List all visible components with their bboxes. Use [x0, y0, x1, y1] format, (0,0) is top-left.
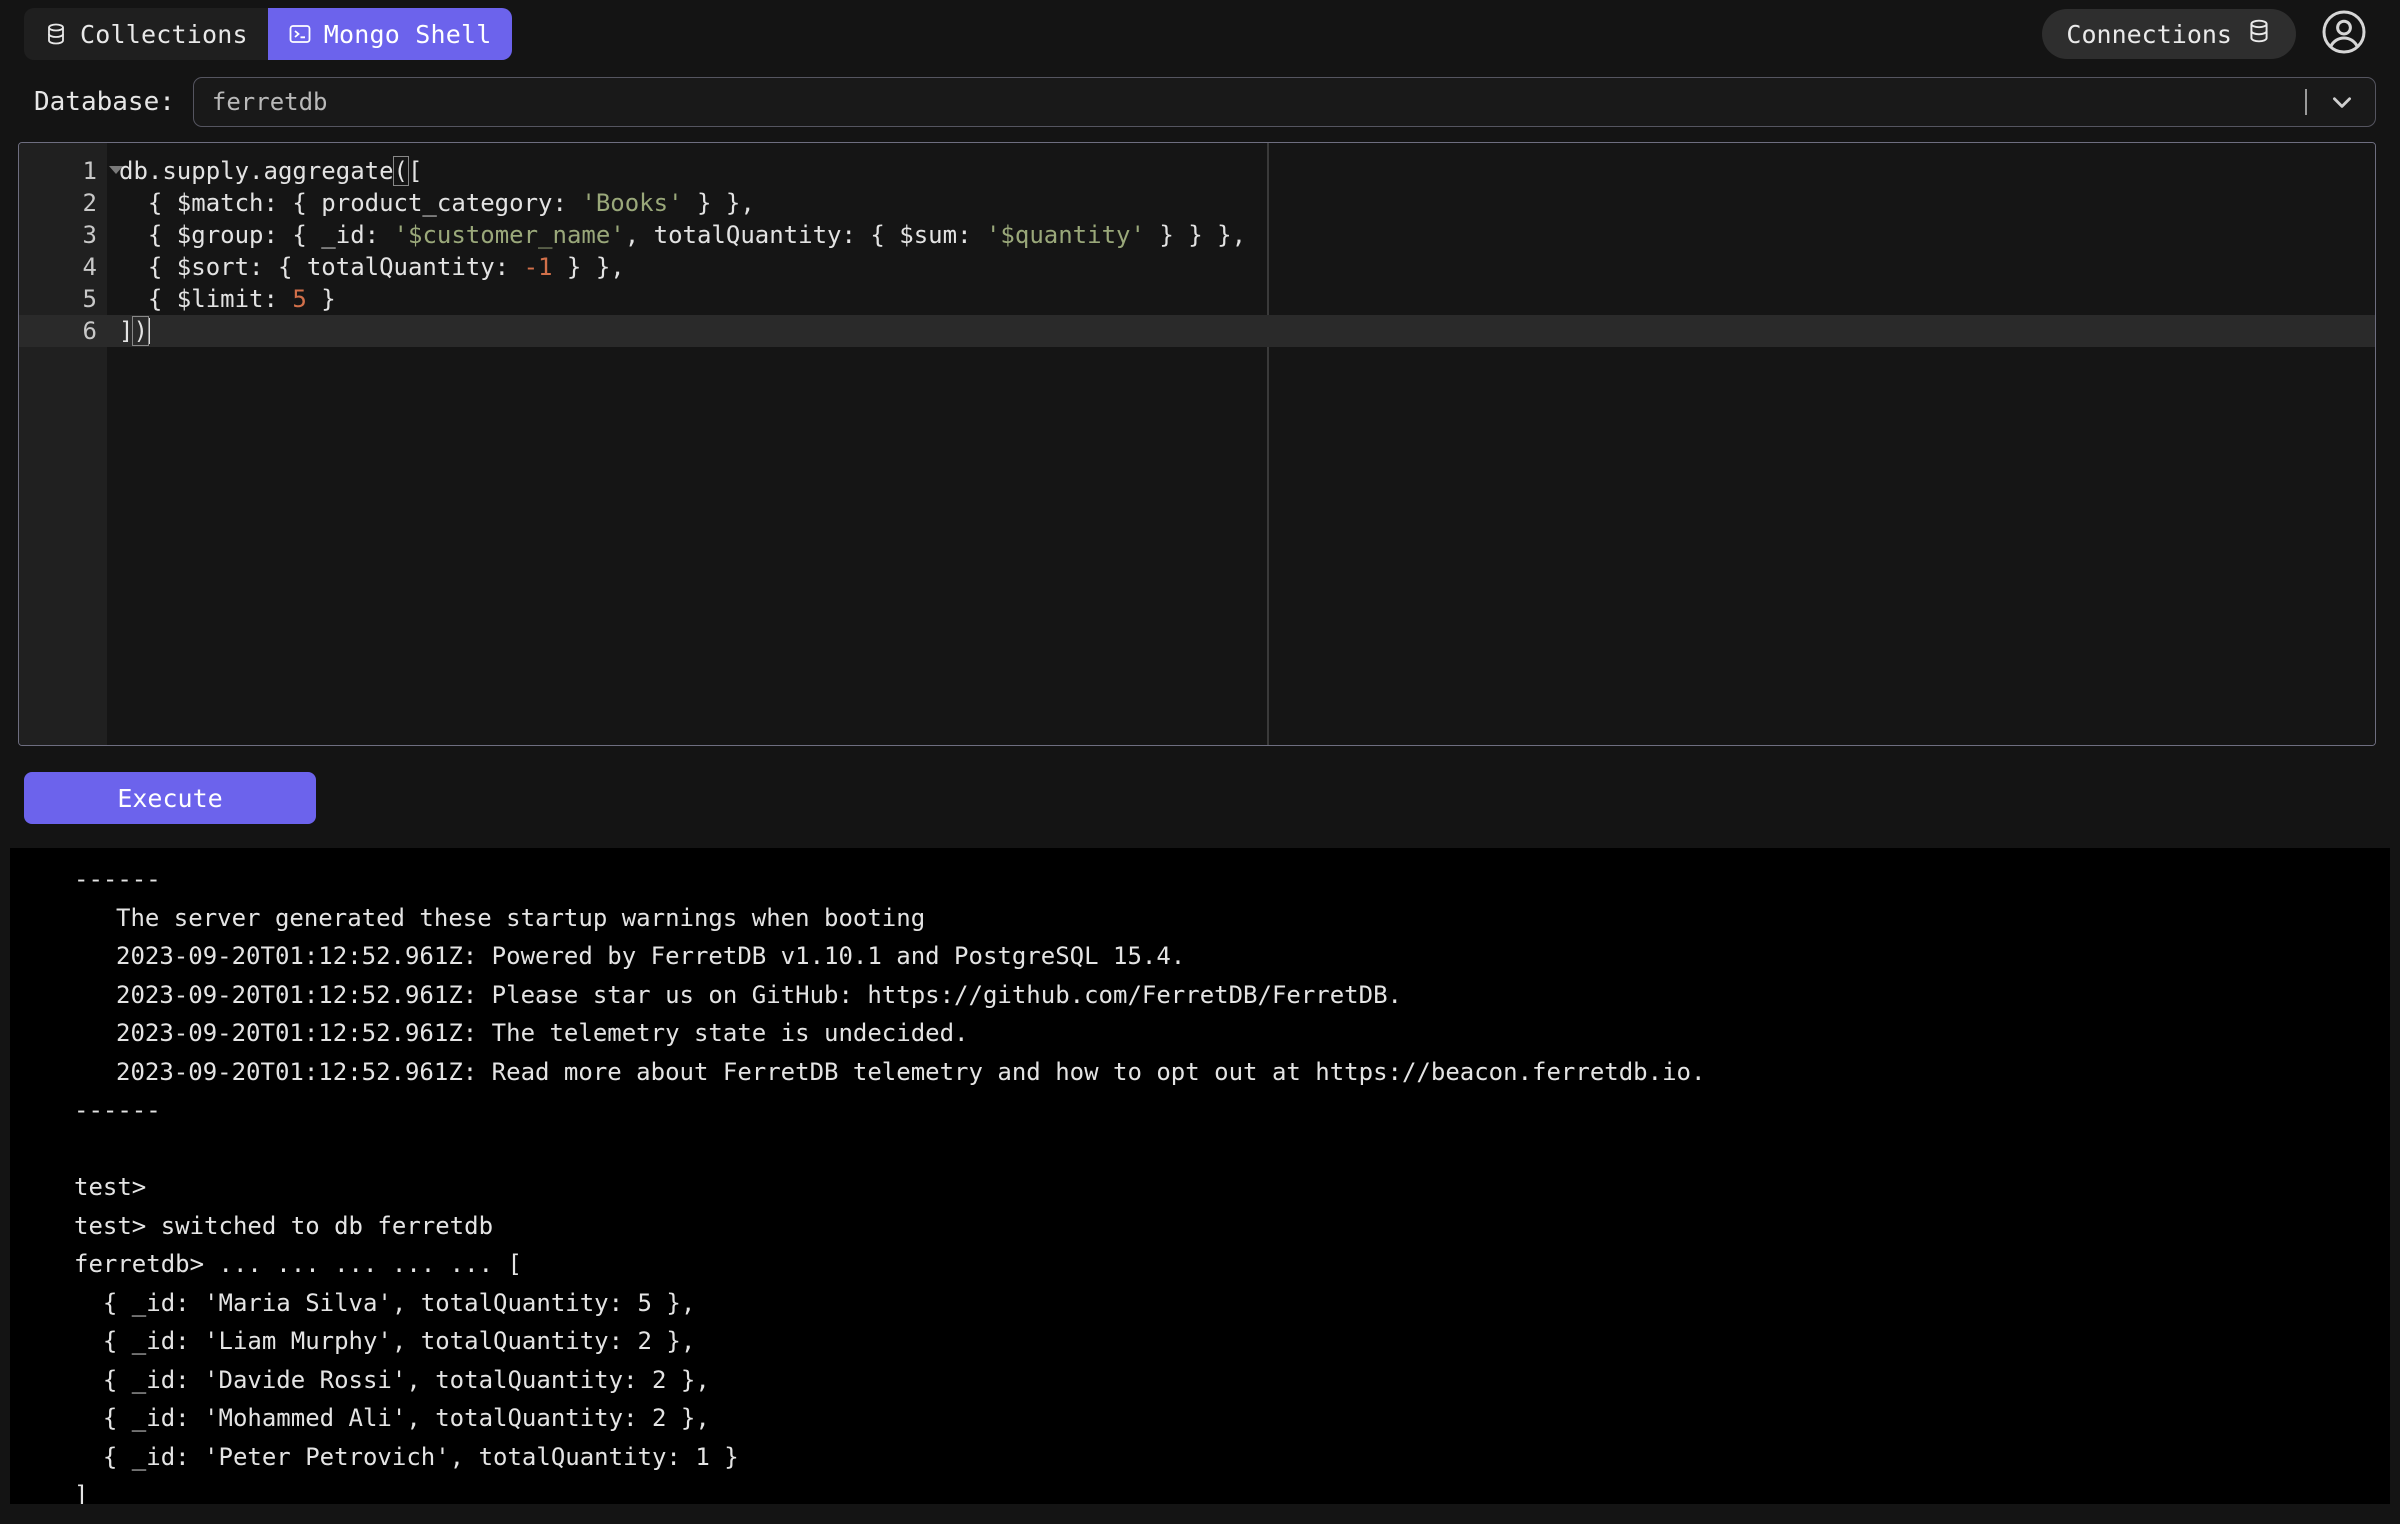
code-token-bracket: (: [392, 156, 410, 186]
connections-button[interactable]: Connections: [2042, 9, 2296, 59]
code-token-string: '$customer_name': [393, 221, 625, 249]
code-token-string: '$quantity': [985, 221, 1145, 249]
code-line-5: { $limit: 5 }: [107, 283, 2375, 315]
code-token-number: 5: [292, 285, 307, 313]
terminal-icon: [288, 22, 312, 46]
code-line-3: { $group: { _id: '$customer_name', total…: [107, 219, 2375, 251]
code-token-string: 'Books': [581, 189, 683, 217]
code-token: } },: [682, 189, 755, 217]
code-line-1: db.supply.aggregate([: [107, 155, 2375, 187]
code-token-number: -1: [523, 253, 553, 281]
database-icon: [44, 22, 68, 46]
database-select[interactable]: ferretdb: [192, 77, 2376, 127]
code-token: { $group: { _id:: [119, 221, 394, 249]
code-editor[interactable]: 1 2 3 4 5 6 db.supply.aggregate([ { $mat…: [18, 142, 2376, 746]
tab-collections-label: Collections: [80, 19, 248, 49]
code-token: }: [306, 285, 336, 313]
code-token: { $match: { product_category:: [119, 189, 582, 217]
line-number: 1: [19, 155, 123, 187]
select-separator: [2305, 89, 2307, 115]
console-line: { _id: 'Mohammed Ali', totalQuantity: 2 …: [74, 1404, 710, 1432]
console-line: ]: [74, 1481, 89, 1504]
database-select-value: ferretdb: [211, 88, 328, 116]
line-number: 6: [19, 315, 107, 347]
execute-row: Execute: [0, 746, 2400, 824]
code-line-6: ]): [107, 315, 2375, 347]
console-line: ------: [74, 1096, 161, 1124]
line-number: 4: [82, 253, 97, 281]
console-line: ------: [74, 865, 161, 893]
code-token: [: [408, 157, 423, 185]
text-cursor: [147, 318, 150, 344]
avatar[interactable]: [2318, 8, 2370, 60]
tab-mongo-shell[interactable]: Mongo Shell: [267, 8, 512, 60]
console-line: ferretdb> ... ... ... ... ... [: [74, 1250, 522, 1278]
execute-button[interactable]: Execute: [24, 772, 316, 824]
console-line: { _id: 'Maria Silva', totalQuantity: 5 }…: [74, 1288, 696, 1317]
database-icon: [2246, 18, 2272, 50]
console-line: 2023-09-20T01:12:52.961Z: The telemetry …: [116, 1019, 969, 1047]
tab-mongo-shell-label: Mongo Shell: [323, 19, 492, 49]
code-token: { $limit:: [119, 285, 293, 313]
line-number: 2: [82, 189, 97, 217]
code-token-bracket: ): [132, 316, 149, 346]
console-line: 2023-09-20T01:12:52.961Z: Read more abou…: [116, 1057, 1706, 1086]
console-line: The server generated these startup warni…: [116, 903, 926, 932]
editor-code-area[interactable]: db.supply.aggregate([ { $match: { produc…: [107, 143, 2375, 745]
code-line-4: { $sort: { totalQuantity: -1 } },: [107, 251, 2375, 283]
line-number: 5: [82, 285, 97, 313]
line-number: 3: [82, 221, 97, 249]
code-token: } } },: [1144, 221, 1247, 249]
console-line: { _id: 'Davide Rossi', totalQuantity: 2 …: [74, 1365, 710, 1394]
code-line-2: { $match: { product_category: 'Books' } …: [107, 187, 2375, 219]
database-label: Database:: [34, 87, 175, 117]
console-line: { _id: 'Liam Murphy', totalQuantity: 2 }…: [74, 1327, 696, 1355]
connections-label: Connections: [2066, 19, 2232, 49]
top-bar: Collections Mongo Shell Connections: [0, 0, 2400, 68]
user-circle-icon: [2320, 8, 2368, 60]
tab-group: Collections Mongo Shell: [24, 8, 512, 60]
code-token: ]: [119, 317, 134, 345]
console-output[interactable]: ------ The server generated these startu…: [10, 848, 2390, 1504]
console-line: { _id: 'Peter Petrovich', totalQuantity:…: [74, 1442, 739, 1471]
code-token: , totalQuantity: { $sum:: [624, 221, 986, 249]
code-token: } },: [552, 253, 625, 281]
editor-gutter: 1 2 3 4 5 6: [19, 143, 123, 745]
code-token: { $sort: { totalQuantity:: [119, 253, 524, 281]
database-row: Database: ferretdb: [0, 76, 2400, 128]
chevron-down-icon: [2329, 89, 2355, 115]
console-line: 2023-09-20T01:12:52.961Z: Powered by Fer…: [116, 942, 1186, 970]
tab-collections[interactable]: Collections: [24, 8, 268, 60]
code-token: db.supply.aggregate: [119, 157, 394, 185]
console-line: 2023-09-20T01:12:52.961Z: Please star us…: [116, 980, 1402, 1009]
console-line: test>: [74, 1173, 147, 1201]
console-line: test> switched to db ferretdb: [74, 1211, 494, 1240]
